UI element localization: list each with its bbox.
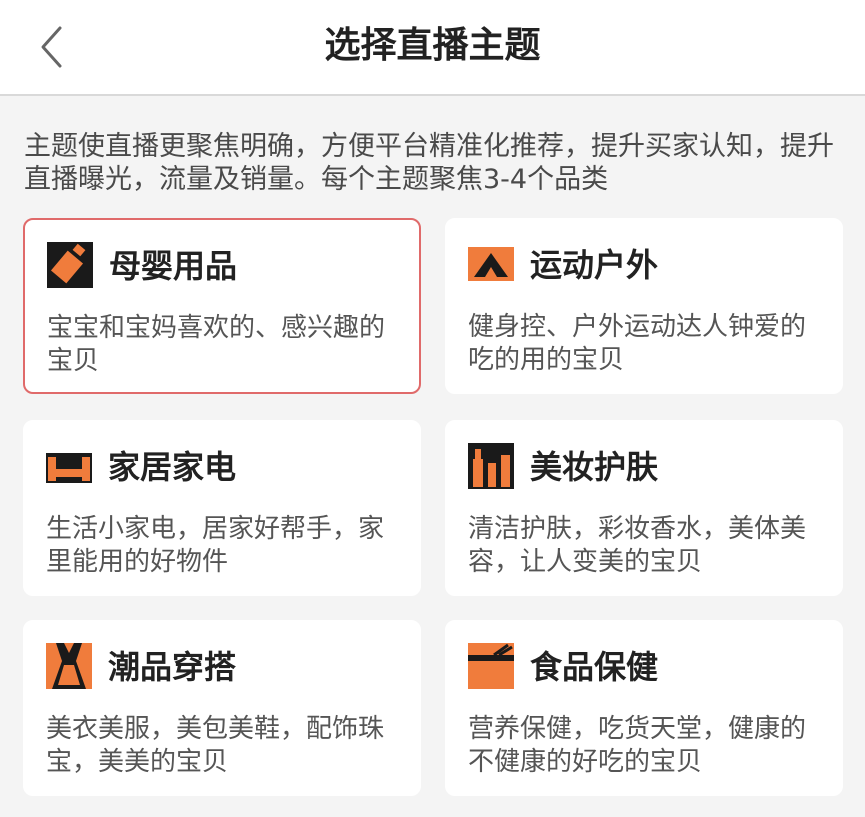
theme-title: 母婴用品 xyxy=(109,247,238,285)
theme-card-baby[interactable]: 母婴用品 宝宝和宝妈喜欢的、感兴趣的宝贝 xyxy=(23,218,421,394)
theme-description: 清洁护肤，彩妆香水，美体美容，让人变美的宝贝 xyxy=(468,514,807,577)
food-bowl-icon xyxy=(468,643,514,689)
intro-text: 主题使直播更聚焦明确，方便平台精准化推荐，提升买家认知，提升直播曝光，流量及销量… xyxy=(24,131,834,195)
page-title: 选择直播主题 xyxy=(324,25,541,66)
theme-title: 美妆护肤 xyxy=(530,448,659,486)
theme-description: 健身控、户外运动达人钟爱的吃的用的宝贝 xyxy=(468,312,807,375)
theme-description: 生活小家电，居家好帮手，家里能用的好物件 xyxy=(46,514,385,577)
theme-title: 运动户外 xyxy=(530,246,659,284)
theme-description: 营养保健，吃货天堂，健康的不健康的好吃的宝贝 xyxy=(468,714,807,777)
theme-title: 食品保健 xyxy=(530,648,659,686)
theme-card-sports[interactable]: 运动户外 健身控、户外运动达人钟爱的吃的用的宝贝 xyxy=(445,218,843,394)
theme-card-food[interactable]: 食品保健 营养保健，吃货天堂，健康的不健康的好吃的宝贝 xyxy=(445,620,843,796)
theme-card-fashion[interactable]: 潮品穿搭 美衣美服，美包美鞋，配饰珠宝，美美的宝贝 xyxy=(23,620,421,796)
dress-icon xyxy=(46,643,92,689)
navigation-bar: 选择直播主题 xyxy=(0,0,865,96)
theme-title: 家居家电 xyxy=(108,448,237,486)
baby-bottle-icon xyxy=(47,242,93,288)
theme-card-home[interactable]: 家居家电 生活小家电，居家好帮手，家里能用的好物件 xyxy=(23,420,421,596)
cosmetics-icon xyxy=(468,443,514,489)
tent-icon xyxy=(468,247,514,281)
theme-card-beauty[interactable]: 美妆护肤 清洁护肤，彩妆香水，美体美容，让人变美的宝贝 xyxy=(445,420,843,596)
sofa-icon xyxy=(46,453,92,483)
theme-title: 潮品穿搭 xyxy=(108,648,237,686)
theme-description: 宝宝和宝妈喜欢的、感兴趣的宝贝 xyxy=(47,313,386,376)
theme-description: 美衣美服，美包美鞋，配饰珠宝，美美的宝贝 xyxy=(46,714,385,777)
